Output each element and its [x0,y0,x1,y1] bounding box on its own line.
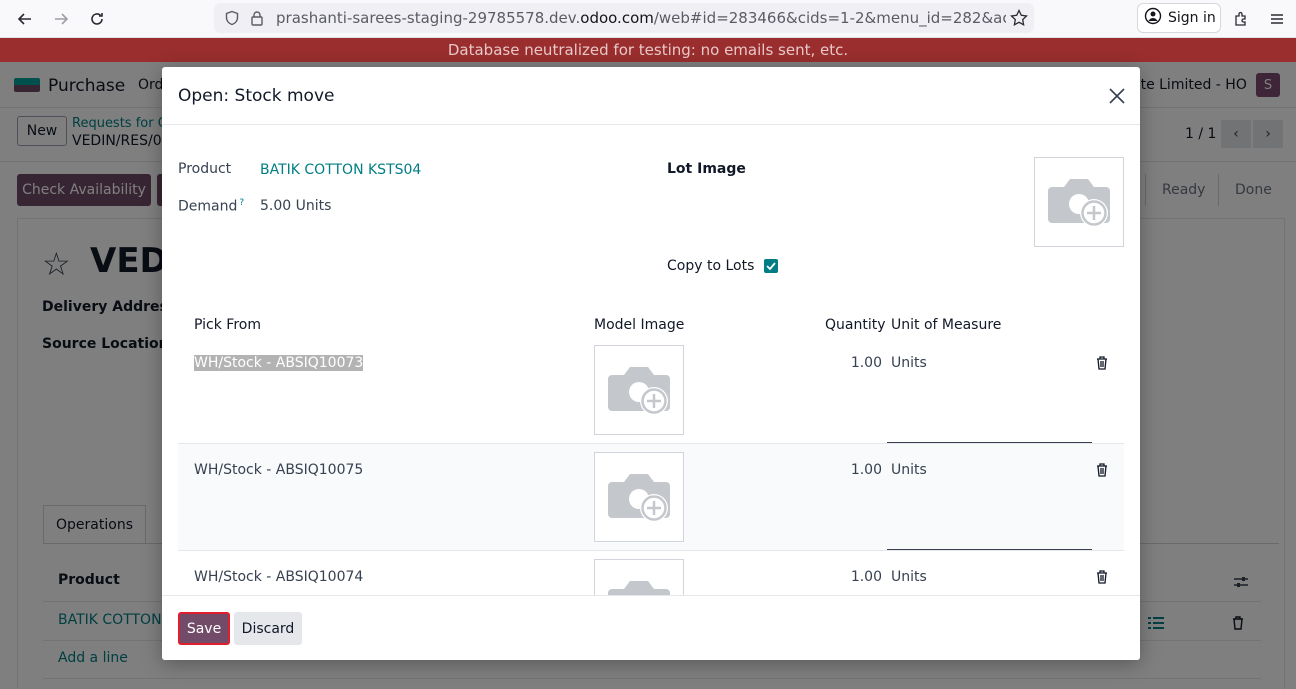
column-pick-from[interactable]: Pick From [194,317,261,333]
copy-to-lots-label: Copy to Lots [667,258,755,274]
product-label: Product [178,161,232,177]
neutralized-banner: Database neutralized for testing: no ema… [0,38,1296,62]
extensions-icon[interactable] [1228,6,1254,32]
help-tooltip-icon[interactable]: ? [239,198,244,208]
quantity-cell[interactable]: 1.00 [802,355,882,371]
forward-icon[interactable] [48,6,74,32]
url-domain: odoo.com [580,9,654,27]
lot-image-upload[interactable] [1034,157,1124,247]
back-icon[interactable] [12,6,38,32]
column-model-image[interactable]: Model Image [594,317,684,333]
sign-in-button[interactable]: Sign in [1137,3,1221,33]
camera-plus-icon [608,367,670,415]
model-image-upload[interactable] [594,452,684,542]
model-image-upload[interactable] [594,345,684,435]
modal-footer: Save Discard [162,595,1140,660]
camera-plus-icon [608,474,670,522]
checkmark-icon [766,262,776,270]
demand-label-text: Demand [178,198,238,215]
pick-from-cell[interactable]: WH/Stock - ABSIQ10073 [194,355,364,371]
url-path: /web#id=283466&cids=1-2&menu_id=282&acti… [653,9,1006,27]
browser-toolbar: prashanti-sarees-staging-29785578.dev.od… [0,0,1296,38]
url-text[interactable]: prashanti-sarees-staging-29785578.dev.od… [276,9,1006,27]
url-host: prashanti-sarees-staging-29785578.dev. [276,9,581,27]
uom-cell[interactable]: Units [891,462,927,478]
demand-value: 5.00 Units [260,198,331,214]
demand-label: Demand? [178,198,244,215]
camera-plus-icon [1048,179,1110,227]
copy-to-lots-checkbox[interactable] [764,259,778,273]
table-row[interactable]: WH/Stock - ABSIQ10073 1.00 Units [178,336,1124,443]
modal-header: Open: Stock move [162,67,1140,125]
uom-cell[interactable]: Units [891,569,927,585]
close-icon[interactable] [1106,85,1128,107]
table-row[interactable]: WH/Stock - ABSIQ10075 1.00 Units [178,444,1124,551]
hamburger-menu-icon[interactable] [1264,6,1290,32]
shield-icon[interactable] [224,10,240,30]
table-row[interactable]: WH/Stock - ABSIQ10074 1.00 Units [178,551,1124,595]
product-link[interactable]: BATIK COTTON KSTS04 [260,162,421,178]
save-button[interactable]: Save [178,612,230,645]
model-image-upload[interactable] [594,559,684,595]
pick-from-cell[interactable]: WH/Stock - ABSIQ10075 [194,462,363,478]
url-bar[interactable]: prashanti-sarees-staging-29785578.dev.od… [214,3,1034,33]
demand-quantity: 5.00 [260,198,292,214]
pick-from-cell[interactable]: WH/Stock - ABSIQ10074 [194,569,363,585]
uom-cell[interactable]: Units [891,355,927,371]
modal-title: Open: Stock move [178,86,335,106]
trash-icon[interactable] [1096,463,1110,477]
column-quantity[interactable]: Quantity [825,317,886,333]
demand-uom: Units [295,198,332,214]
trash-icon[interactable] [1096,570,1110,584]
quantity-cell[interactable]: 1.00 [802,569,882,585]
sign-in-label: Sign in [1168,10,1216,26]
lot-image-label: Lot Image [667,161,746,177]
modal-body: Product BATIK COTTON KSTS04 Demand? 5.00… [162,125,1140,595]
stock-move-dialog: Open: Stock move Product BATIK COTTON KS… [162,67,1140,660]
camera-plus-icon [608,581,670,595]
bookmark-star-icon[interactable] [1010,8,1028,31]
lock-icon[interactable] [250,10,264,30]
discard-button[interactable]: Discard [234,612,302,645]
reload-icon[interactable] [84,6,110,32]
trash-icon[interactable] [1096,356,1110,370]
column-unit-of-measure[interactable]: Unit of Measure [891,317,1001,333]
quantity-cell[interactable]: 1.00 [802,462,882,478]
account-icon [1144,7,1162,29]
